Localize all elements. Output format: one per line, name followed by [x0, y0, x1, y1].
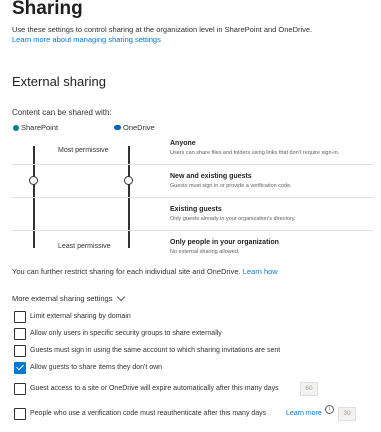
- divider: [12, 197, 373, 198]
- sharepoint-column-header: SharePoint: [13, 123, 58, 132]
- onedrive-icon: [114, 125, 121, 130]
- page-title: Sharing: [12, 0, 83, 19]
- sharepoint-label: SharePoint: [21, 123, 59, 132]
- sharepoint-slider-thumb[interactable]: [29, 176, 38, 185]
- checkbox-label: Allow guests to share items they don't o…: [30, 364, 163, 371]
- more-settings-toggle[interactable]: More external sharing settings: [12, 292, 126, 303]
- option-existing-guests-title: Existing guests: [170, 206, 222, 213]
- onedrive-column-header: OneDrive: [114, 123, 155, 132]
- content-shared-with-label: Content can be shared with:: [12, 108, 112, 117]
- checkbox-label: Allow only users in specific security gr…: [30, 330, 222, 337]
- checkbox-same-account[interactable]: [14, 345, 26, 357]
- divider: [12, 164, 373, 165]
- learn-more-link[interactable]: Learn more about managing sharing settin…: [12, 35, 161, 44]
- more-settings-label: More external sharing settings: [12, 294, 113, 303]
- restrict-sharing-label: You can further restrict sharing for eac…: [12, 267, 241, 276]
- checkbox-label: Guest access to a site or OneDrive will …: [30, 385, 279, 392]
- option-new-existing-guests-description: Guests must sign in or provide a verific…: [170, 183, 292, 189]
- checkbox-label: Limit external sharing by domain: [30, 313, 131, 320]
- learn-more-link[interactable]: Learn more: [286, 410, 322, 417]
- checkbox-label: Guests must sign in using the same accou…: [30, 347, 281, 354]
- most-permissive-label: Most permissive: [58, 147, 109, 154]
- option-org-only-description: No external sharing allowed.: [170, 249, 240, 255]
- checkbox-label: People who use a verification code must …: [30, 410, 267, 417]
- reauth-days-input[interactable]: 30: [338, 407, 356, 421]
- checkbox-guests-share-items[interactable]: [14, 362, 26, 374]
- chevron-down-icon: [117, 292, 126, 302]
- checkbox-security-groups[interactable]: [14, 328, 26, 340]
- info-icon[interactable]: i: [325, 405, 334, 414]
- checkbox-guest-expiration[interactable]: [14, 383, 26, 395]
- option-existing-guests-description: Only guests already in your organization…: [170, 216, 296, 222]
- sharepoint-icon: [13, 124, 19, 131]
- option-anyone-title: Anyone: [170, 140, 196, 147]
- learn-how-link[interactable]: Learn how: [243, 267, 278, 276]
- page-description: Use these settings to control sharing at…: [12, 25, 313, 34]
- option-new-existing-guests-title: New and existing guests: [170, 173, 252, 180]
- onedrive-label: OneDrive: [123, 123, 155, 132]
- section-title-external-sharing: External sharing: [12, 74, 106, 89]
- expiration-days-input[interactable]: 60: [300, 382, 318, 396]
- option-org-only-title: Only people in your organization: [170, 239, 279, 246]
- least-permissive-label: Least permissive: [58, 243, 111, 250]
- checkbox-limit-domain[interactable]: [14, 311, 26, 323]
- divider: [12, 230, 373, 231]
- restrict-sharing-text: You can further restrict sharing for eac…: [12, 267, 278, 276]
- option-anyone-description: Users can share files and folders using …: [170, 150, 340, 156]
- onedrive-slider-thumb[interactable]: [124, 176, 133, 185]
- checkbox-reauthenticate[interactable]: [14, 408, 26, 420]
